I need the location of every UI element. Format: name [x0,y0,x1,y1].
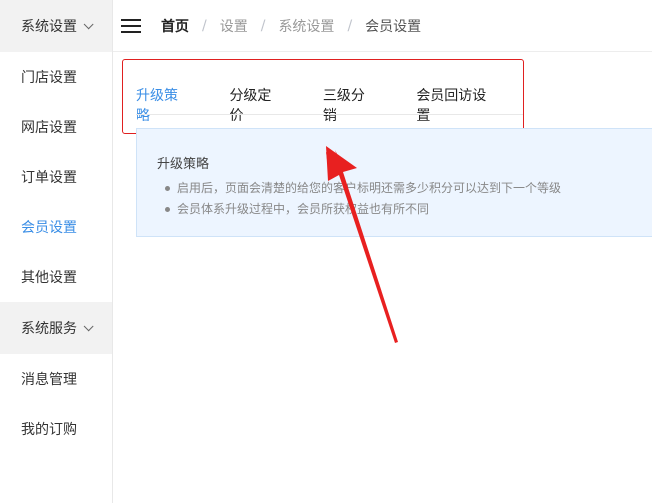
breadcrumb-separator: / [260,17,266,34]
list-item: 启用后，页面会清楚的给您的客户标明还需多少积分可以达到下一个等级 [165,178,561,199]
sidebar-item-label: 门店设置 [21,70,77,86]
sidebar-item-online-store-settings[interactable]: 网店设置 [0,102,112,152]
sidebar-group-label: 系统服务 [21,321,77,337]
breadcrumb-separator: / [202,17,207,34]
sidebar-item-label: 其他设置 [21,270,77,286]
sidebar-group-label: 系统设置 [21,19,77,35]
sidebar: 系统设置 门店设置 网店设置 订单设置 会员设置 其他设置 系统服务 消息管理 … [0,0,113,503]
chevron-down-icon [83,320,94,331]
sidebar-group-system-settings[interactable]: 系统设置 [0,0,112,52]
breadcrumb: 首页 / 设置 / 系统设置 / 会员设置 [161,16,421,36]
breadcrumb-item-system-settings[interactable]: 系统设置 [278,16,334,36]
sidebar-item-label: 会员设置 [21,220,77,236]
menu-icon[interactable] [121,18,141,34]
info-panel: 升级策略 启用后，页面会清楚的给您的客户标明还需多少积分可以达到下一个等级 会员… [136,128,652,237]
annotation-highlight-box [122,59,524,134]
sidebar-item-message-management[interactable]: 消息管理 [0,354,112,404]
info-title: 升级策略 [157,157,210,172]
sidebar-item-label: 订单设置 [21,170,77,186]
sidebar-item-store-settings[interactable]: 门店设置 [0,52,112,102]
breadcrumb-home[interactable]: 首页 [161,16,189,36]
breadcrumb-current: 会员设置 [365,18,422,35]
sidebar-item-label: 我的订购 [21,422,77,438]
info-bullet-list: 启用后，页面会清楚的给您的客户标明还需多少积分可以达到下一个等级 会员体系升级过… [165,178,561,220]
sidebar-item-other-settings[interactable]: 其他设置 [0,252,112,302]
sidebar-item-member-settings[interactable]: 会员设置 [0,202,112,252]
sidebar-item-label: 网店设置 [21,120,77,136]
sidebar-group-system-services[interactable]: 系统服务 [0,302,112,354]
breadcrumb-separator: / [347,17,353,34]
sidebar-item-order-settings[interactable]: 订单设置 [0,152,112,202]
breadcrumb-item-settings[interactable]: 设置 [220,16,248,36]
top-header: 首页 / 设置 / 系统设置 / 会员设置 [113,0,652,52]
sidebar-item-my-subscriptions[interactable]: 我的订购 [0,404,112,454]
chevron-down-icon [83,18,94,29]
sidebar-item-label: 消息管理 [21,372,77,388]
list-item: 会员体系升级过程中，会员所获权益也有所不同 [165,199,561,220]
